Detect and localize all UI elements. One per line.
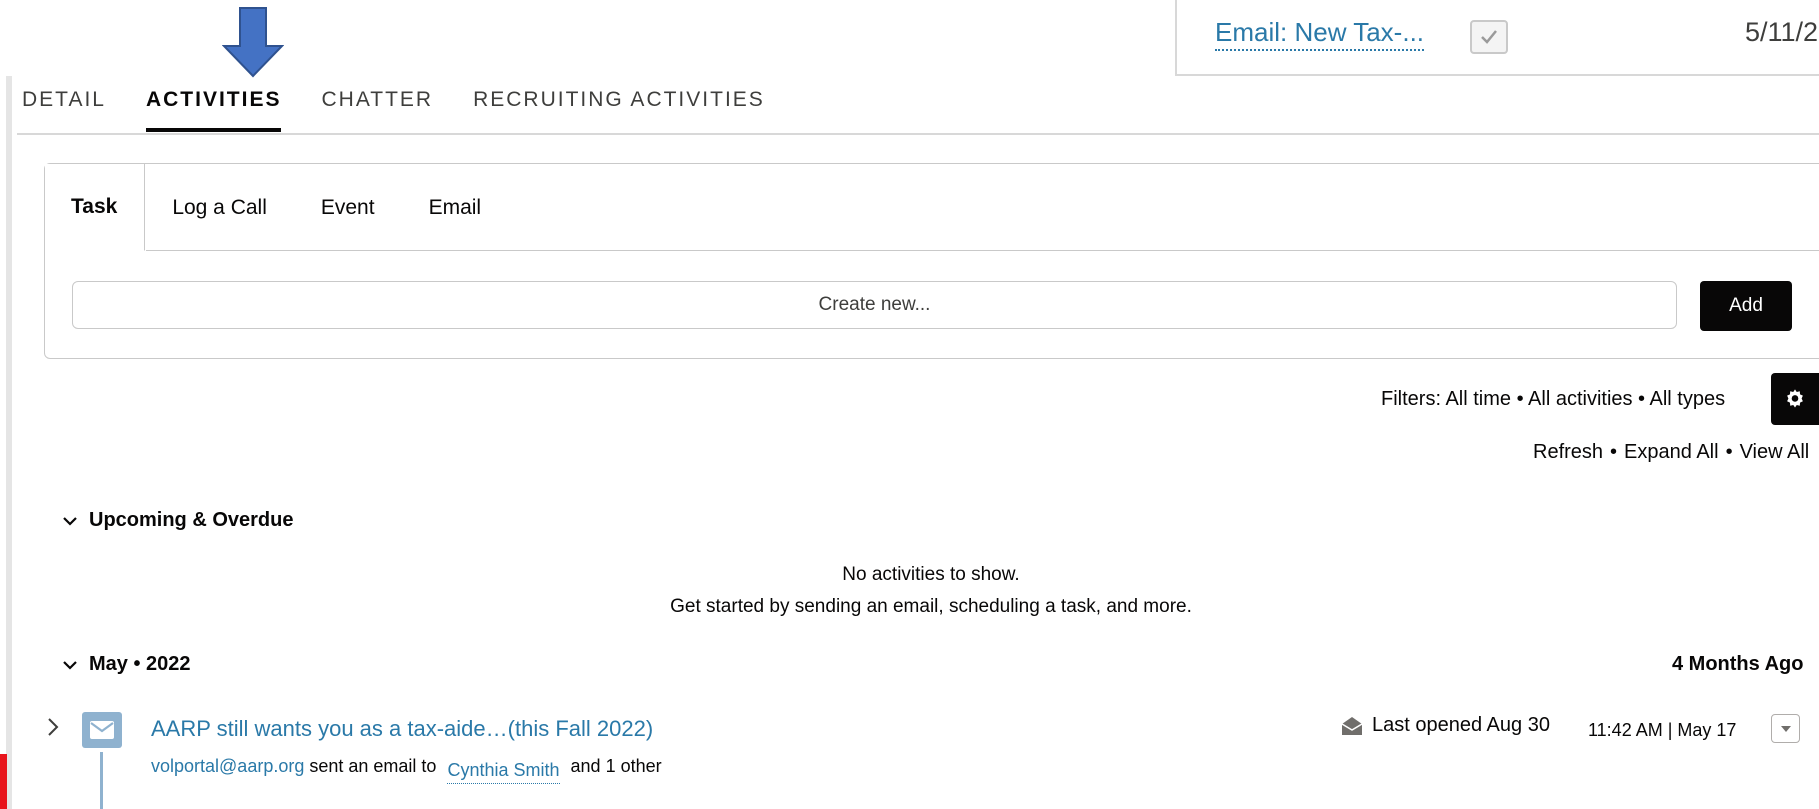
create-new-input[interactable] [72,281,1677,329]
composer-tab-task[interactable]: Task [45,164,146,251]
tab-recruiting-activities[interactable]: RECRUITING ACTIVITIES [473,88,765,136]
fragment-border-left [1175,0,1177,76]
expand-all-link[interactable]: Expand All [1624,441,1719,463]
sender-link[interactable]: volportal@aarp.org [151,756,304,776]
month-section-toggle[interactable]: May • 2022 [62,653,191,676]
tab-detail[interactable]: DETAIL [22,88,106,136]
chevron-down-icon [63,660,77,670]
timeline-actions: Refresh • Expand All • View All [1533,441,1809,464]
checkmark-icon [1481,30,1497,44]
refresh-link[interactable]: Refresh [1533,441,1603,463]
activity-description: volportal@aarp.org sent an email to Cynt… [151,756,662,784]
tab-activities[interactable]: ACTIVITIES [145,88,282,136]
tabs-divider [17,133,1819,135]
actions-separator: • [1610,441,1618,463]
chevron-right-icon[interactable] [46,716,60,738]
composer-tabs: Task Log a Call Event Email [45,164,508,251]
left-accent-bar [6,76,12,809]
composer-tab-email[interactable]: Email [402,164,509,251]
upcoming-section-title: Upcoming & Overdue [89,509,294,531]
chevron-down-icon [63,516,77,526]
timeline-line [100,752,103,809]
empty-state-hint: Get started by sending an email, schedul… [670,596,1192,617]
tab-chatter[interactable]: CHATTER [321,88,433,136]
activity-composer: Task Log a Call Event Email Add [44,163,1819,359]
upcoming-section-toggle[interactable]: Upcoming & Overdue [62,509,293,532]
last-opened-text: Last opened Aug 30 [1372,714,1550,736]
composer-tab-log-a-call[interactable]: Log a Call [145,164,294,251]
related-date: 5/11/2 [1745,17,1819,47]
record-tabs: DETAIL ACTIVITIES CHATTER RECRUITING ACT… [22,88,805,136]
add-button[interactable]: Add [1700,281,1792,331]
activity-menu-button[interactable] [1771,714,1800,743]
view-all-link[interactable]: View All [1740,441,1810,463]
month-section-title: May • 2022 [89,653,191,675]
sent-text: sent an email to [309,756,437,776]
envelope-icon [90,721,114,739]
related-email-link[interactable]: Email: New Tax-... [1215,17,1425,51]
filter-settings-button[interactable] [1771,373,1819,425]
fragment-border-bottom [1175,74,1819,76]
empty-state-title: No activities to show. [842,564,1020,585]
email-activity-icon [82,712,122,748]
composer-tab-event[interactable]: Event [294,164,402,251]
pointer-arrow-icon [222,7,284,78]
recipient-link[interactable]: Cynthia Smith [447,760,560,784]
activity-title-link[interactable]: AARP still wants you as a tax-aide…(this… [151,716,653,742]
actions-separator: • [1725,441,1733,463]
completed-checkbox[interactable] [1470,20,1508,54]
activity-timestamp: 11:42 AM | May 17 [1588,720,1737,740]
composer-tabs-divider [146,250,1819,251]
email-opened-status: Last opened Aug 30 [1340,714,1550,737]
filters-summary[interactable]: Filters: All time • All activities • All… [1381,388,1725,411]
related-record-fragment: Email: New Tax-... 5/11/2 [1175,0,1819,76]
opened-envelope-icon [1341,716,1363,735]
red-marker [0,754,7,809]
gear-icon [1787,389,1803,408]
others-text: and 1 other [570,756,662,776]
relative-time: 4 Months Ago [1672,653,1804,675]
caret-down-icon [1780,725,1791,732]
